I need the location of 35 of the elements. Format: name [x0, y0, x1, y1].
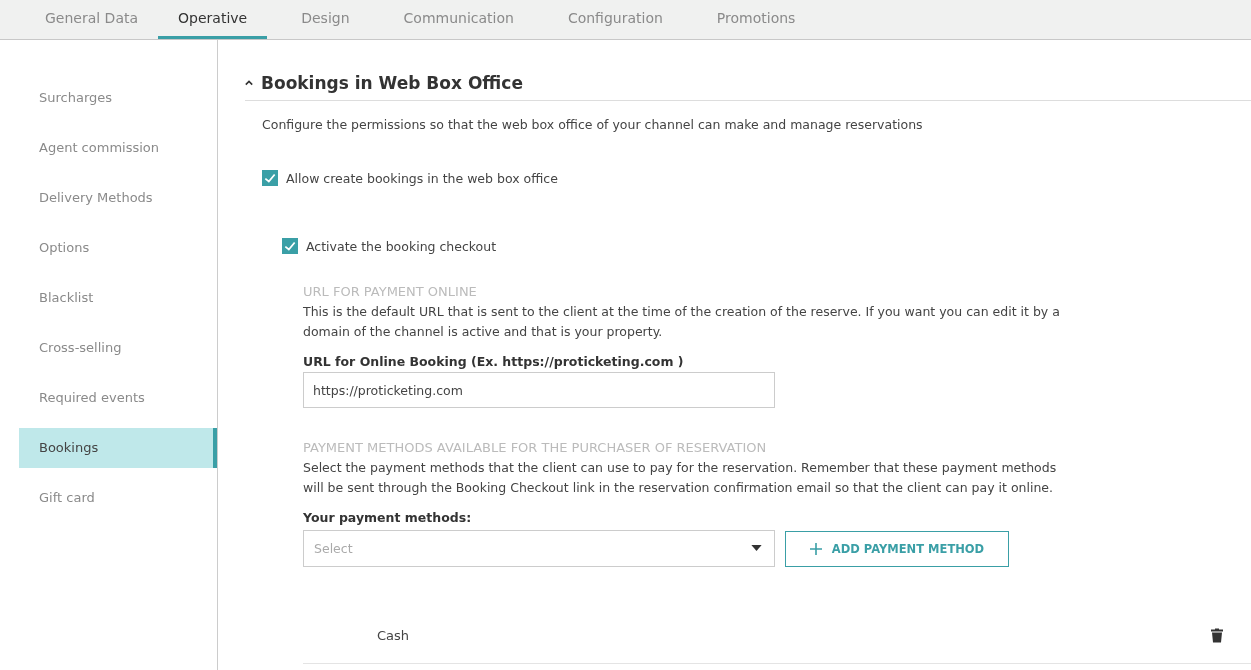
- checkbox[interactable]: [282, 238, 298, 254]
- tab[interactable]: Promotions: [696, 0, 816, 39]
- sidebar-item[interactable]: Gift card: [19, 478, 217, 518]
- tab[interactable]: Design: [281, 0, 370, 39]
- trash-icon[interactable]: [1211, 627, 1223, 643]
- url-input-field[interactable]: https://proticketing.com: [303, 372, 775, 408]
- sidebar-item[interactable]: Cross-selling: [19, 328, 217, 368]
- sidebar-item[interactable]: Required events: [19, 378, 217, 418]
- subsection-description: This is the default URL that is sent to the client at the time of the creation of the reserve. If you want you can edit it by a domain of the channel is active and that is your property.: [303, 303, 1061, 341]
- section-description: Configure the permissions so that the web box office of your channel can make and manage reservations: [262, 117, 924, 132]
- tab[interactable]: Configuration: [547, 0, 683, 39]
- subsection-heading: URL FOR PAYMENT ONLINE: [303, 284, 478, 299]
- payment-method-dropdown[interactable]: Select: [303, 529, 775, 567]
- sidebar-item[interactable]: Agent commission: [19, 128, 217, 168]
- tab[interactable]: General Data: [25, 0, 159, 39]
- payment-method-name: Cash: [377, 627, 410, 643]
- field-label: URL for Online Booking (Ex. https://proticketing.com ): [303, 354, 685, 369]
- sidebar-item[interactable]: Bookings: [19, 428, 217, 468]
- subsection-heading: PAYMENT METHODS AVAILABLE FOR THE PURCHASER OF RESERVATION: [303, 440, 768, 455]
- subsection-description: Select the payment methods that the client can use to pay for the reservation. Remember that these payment methods will be sent through the Booking Checkout link in the reservation confirmation email so that the client can pay it online.: [303, 459, 1058, 497]
- dropdown-arrow-icon: [751, 545, 762, 551]
- sidebar-item[interactable]: Delivery Methods: [19, 178, 217, 218]
- tab[interactable]: Operative: [158, 0, 268, 39]
- checkbox[interactable]: [262, 170, 278, 186]
- caret-up-icon[interactable]: [245, 80, 253, 86]
- section-title: Bookings in Web Box Office: [261, 73, 523, 93]
- tab[interactable]: Communication: [383, 0, 534, 39]
- plus-icon: [809, 543, 822, 555]
- sidebar-item[interactable]: Surcharges: [19, 78, 217, 118]
- sidebar-item[interactable]: Options: [19, 228, 217, 268]
- checkbox-label: Allow create bookings in the web box office: [286, 170, 558, 186]
- add-payment-method-button[interactable]: ADD PAYMENT METHOD: [785, 531, 1009, 567]
- field-label: Your payment methods:: [303, 510, 473, 525]
- sidebar-item[interactable]: Blacklist: [19, 278, 217, 318]
- checkbox-label: Activate the booking checkout: [306, 238, 497, 254]
